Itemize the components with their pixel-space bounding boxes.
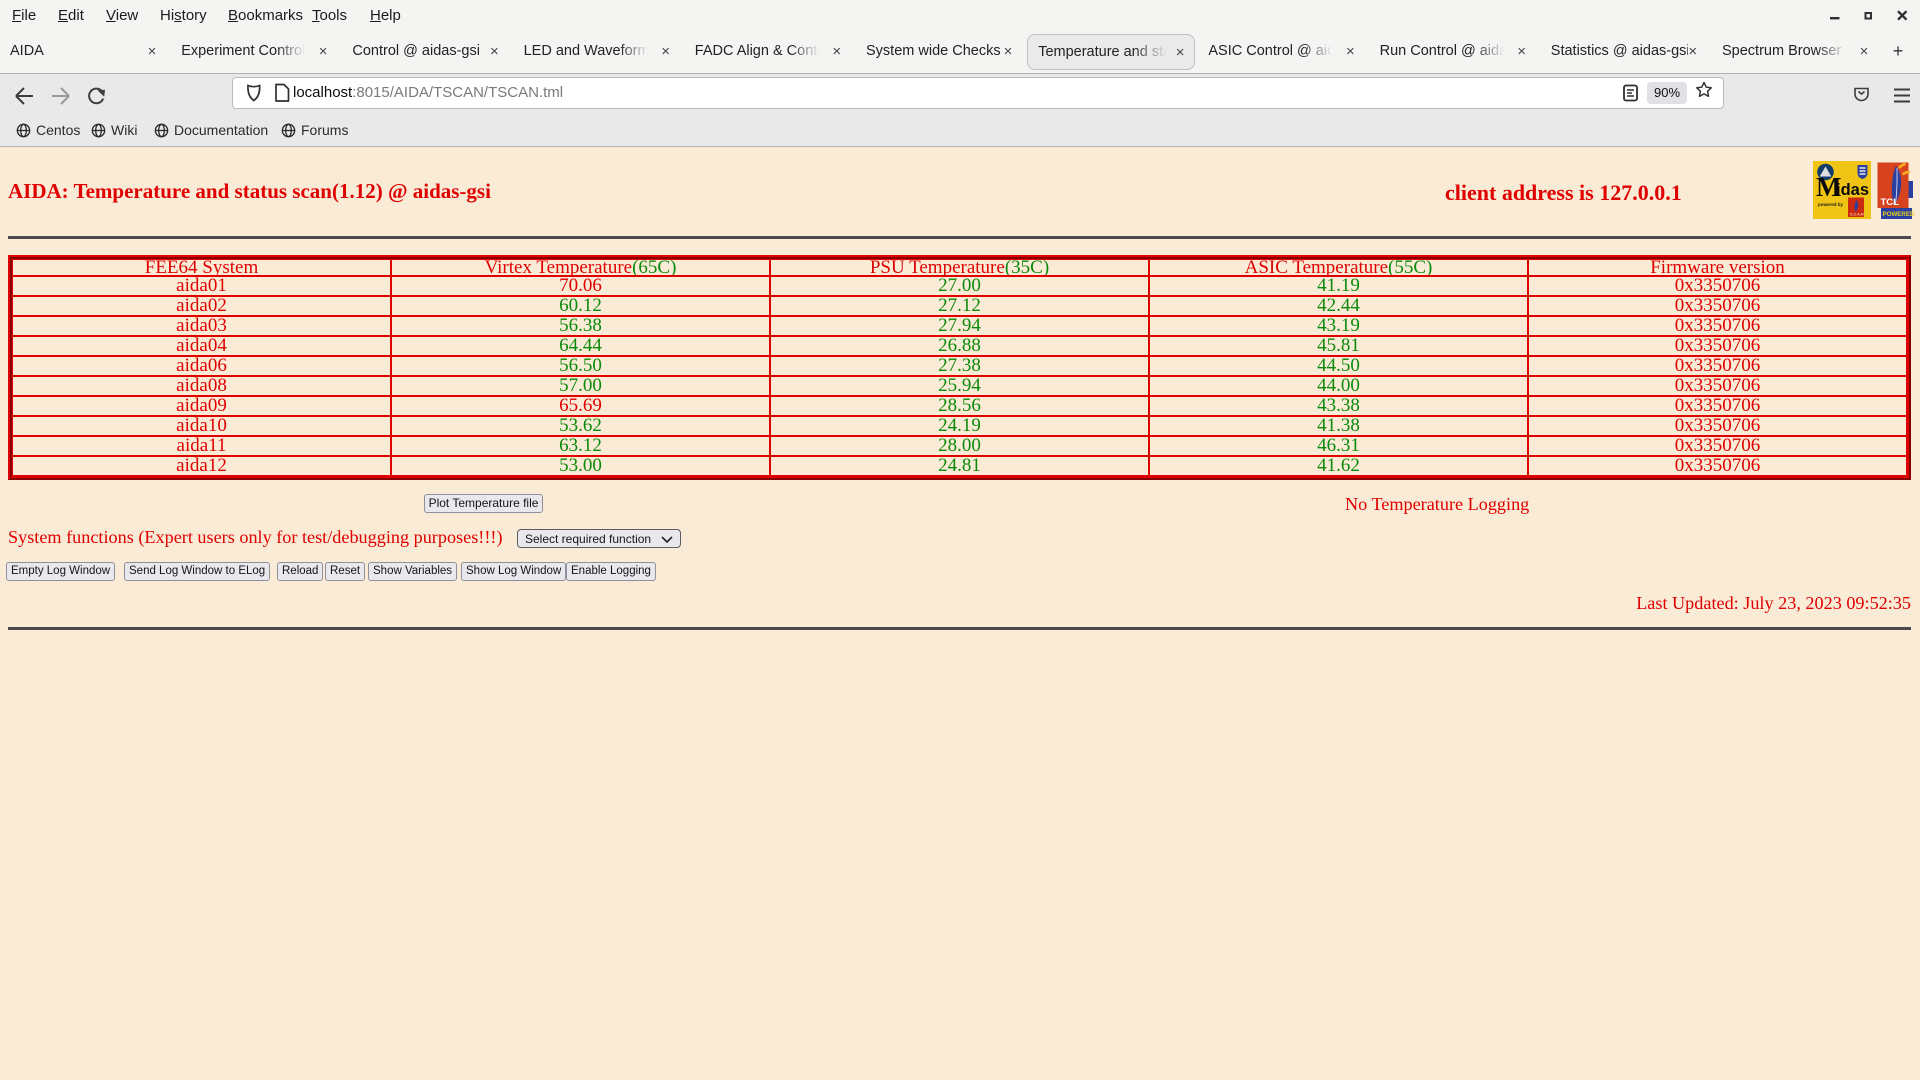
svg-text:idas: idas bbox=[1836, 181, 1869, 199]
svg-text:S.C.A.R.: S.C.A.R. bbox=[1850, 213, 1865, 217]
svg-text:POWERED: POWERED bbox=[1883, 211, 1916, 218]
svg-text:TCL: TCL bbox=[1881, 197, 1900, 208]
svg-text:powered by: powered by bbox=[1818, 202, 1844, 207]
